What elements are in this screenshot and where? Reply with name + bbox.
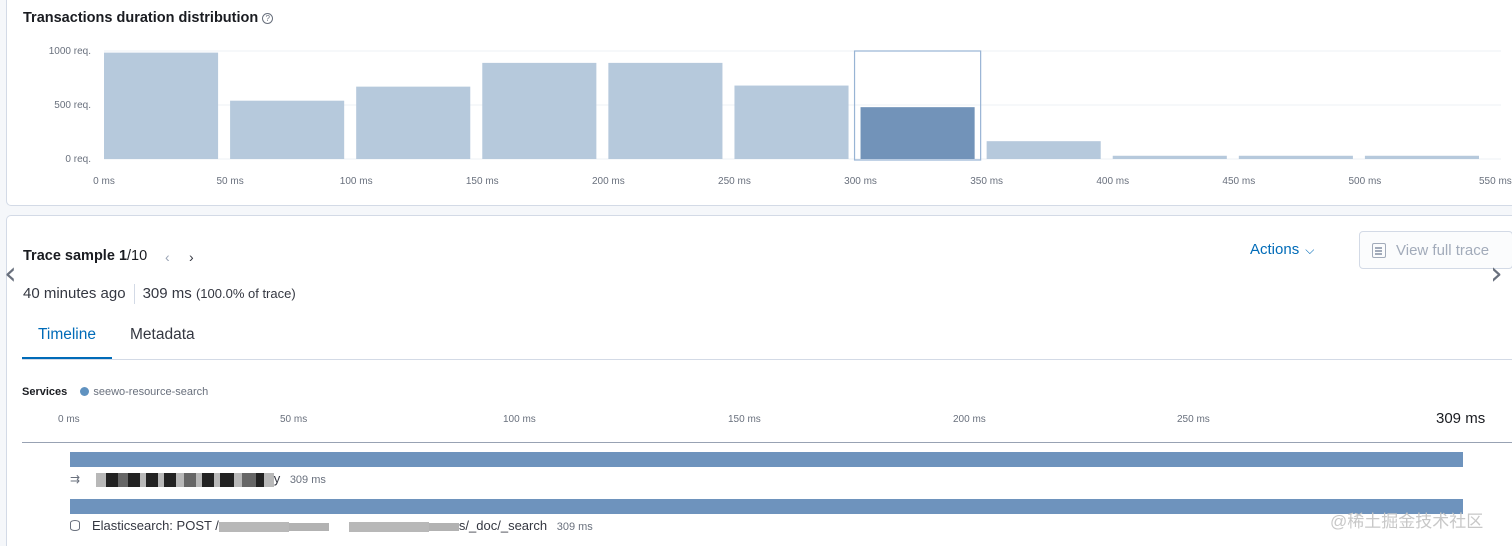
span-name: Elasticsearch: POST /: [92, 518, 219, 533]
timeline-axis-ticks: 0 ms 50 ms 100 ms 150 ms 200 ms 250 ms: [7, 414, 1512, 434]
span-name-suffix: y: [273, 471, 281, 486]
chevron-left-icon[interactable]: ‹: [4, 254, 17, 292]
trace-sample-panel: Trace sample 1/10 ‹ › 40 minutes ago 309 …: [6, 215, 1512, 546]
distribution-title-text: Transactions duration distribution: [23, 10, 259, 26]
span-bar-transaction[interactable]: [70, 452, 1463, 467]
span-bar-elasticsearch[interactable]: [70, 499, 1463, 514]
service-color-dot: [80, 387, 90, 396]
timeline-total-duration: 309 ms: [1436, 410, 1486, 427]
span-row-transaction[interactable]: ⇉ y 309 ms: [70, 471, 326, 487]
histogram-bar[interactable]: [860, 107, 975, 159]
services-legend: Services seewo-resource-search: [22, 386, 208, 398]
trace-summary: 40 minutes ago 309 ms (100.0% of trace): [23, 284, 296, 304]
x-tick-label: 200 ms: [592, 176, 625, 187]
span-duration: 309 ms: [289, 474, 326, 486]
service-name: seewo-resource-search: [93, 386, 209, 398]
chevron-left-icon[interactable]: ‹: [165, 249, 170, 265]
x-tick-label: 250 ms: [718, 176, 751, 187]
histogram-bar[interactable]: [356, 86, 471, 159]
redacted-text: [329, 523, 349, 531]
redacted-text: [218, 521, 289, 532]
chevron-right-icon[interactable]: ›: [1490, 254, 1503, 292]
timeline-tick: 150 ms: [728, 414, 761, 425]
watermark: @稀土掘金技术社区: [1330, 512, 1484, 531]
histogram-bar[interactable]: [986, 141, 1101, 159]
chevron-down-icon: ⌵: [1305, 243, 1315, 257]
x-tick-label: 550 ms: [1479, 176, 1512, 187]
redacted-text: [241, 472, 256, 487]
trace-sample-total: /10: [127, 248, 148, 264]
histogram-bar[interactable]: [734, 85, 849, 159]
distribution-title: Transactions duration distribution?: [23, 10, 274, 26]
y-tick-label: 0 req.: [65, 154, 91, 165]
redacted-text: [255, 472, 264, 487]
timeline-tick: 0 ms: [58, 414, 80, 425]
redacted-text: [183, 472, 196, 487]
y-tick-label: 500 req.: [54, 100, 91, 111]
redacted-text: [348, 521, 429, 532]
document-icon: [1372, 243, 1386, 258]
database-icon: [70, 520, 80, 531]
duration-distribution-panel: 1000 req. 500 req. 0 req. 0 ms 50 ms 100 ms 15…: [6, 0, 1512, 206]
redacted-text: [288, 522, 329, 531]
redacted-text: [127, 472, 140, 487]
services-label: Services: [22, 386, 68, 398]
x-tick-label: 450 ms: [1222, 176, 1255, 187]
redacted-text: [428, 522, 459, 531]
trace-sample-title: Trace sample 1/10: [23, 248, 147, 264]
redacted-text: [117, 472, 128, 487]
trace-duration-percent: (100.0% of trace): [195, 285, 296, 301]
x-tick-label: 50 ms: [216, 176, 243, 187]
trace-sample-label: Trace sample: [23, 248, 115, 264]
histogram-bar[interactable]: [1112, 155, 1227, 159]
x-tick-label: 300 ms: [844, 176, 877, 187]
histogram-bar[interactable]: [104, 52, 219, 160]
redacted-text: [175, 472, 184, 487]
transaction-icon: ⇉: [70, 472, 81, 486]
x-tick-label: 100 ms: [340, 176, 373, 187]
duration-distribution-chart: 1000 req. 500 req. 0 req.0 ms 50 ms 100 ms 15…: [49, 46, 1512, 187]
redacted-text: [95, 472, 106, 487]
redacted-text: [201, 472, 214, 487]
timeline-axis-line: [22, 442, 1512, 443]
redacted-text: [233, 472, 242, 487]
timeline-tick: 50 ms: [280, 414, 308, 425]
redacted-text: [163, 472, 176, 487]
help-circle-icon[interactable]: ?: [262, 12, 274, 24]
timeline-tick: 100 ms: [503, 414, 536, 425]
histogram-bar[interactable]: [608, 62, 723, 159]
actions-label: Actions: [1250, 241, 1300, 258]
y-tick-label: 1000 req.: [49, 46, 91, 57]
x-tick-label: 150 ms: [466, 176, 499, 187]
tab-timeline[interactable]: Timeline: [22, 326, 112, 359]
span-row-elasticsearch[interactable]: Elasticsearch: POST / s/_doc/_search 309 …: [70, 518, 593, 533]
histogram-bar[interactable]: [1238, 155, 1353, 159]
redacted-text: [145, 472, 158, 487]
actions-button[interactable]: Actions ⌵: [1250, 241, 1314, 258]
x-tick-label: 400 ms: [1096, 176, 1129, 187]
redacted-text: [105, 472, 118, 487]
redacted-text: [219, 472, 234, 487]
span-duration: 309 ms: [556, 521, 593, 533]
timeline-tick: 250 ms: [1177, 414, 1210, 425]
tab-metadata[interactable]: Metadata: [130, 326, 195, 357]
tab-metadata-label: Metadata: [130, 326, 195, 343]
histogram-bar[interactable]: [1364, 155, 1479, 159]
tab-timeline-label: Timeline: [38, 326, 96, 343]
trace-sample-index: 1: [118, 248, 128, 264]
chevron-right-icon[interactable]: ›: [189, 249, 194, 265]
histogram-bar[interactable]: [230, 100, 345, 159]
view-full-trace-label: View full trace: [1396, 242, 1490, 259]
divider: [133, 284, 135, 304]
trace-time-ago: 40 minutes ago: [23, 284, 126, 302]
x-tick-label: 350 ms: [970, 176, 1003, 187]
trace-duration: 309 ms: [142, 284, 192, 302]
trace-tabs: Timeline Metadata: [22, 318, 1512, 360]
timeline-tick: 200 ms: [953, 414, 986, 425]
redacted-text: [263, 472, 274, 487]
span-name-suffix: s/_doc/_search: [458, 518, 548, 533]
x-tick-label: 500 ms: [1349, 176, 1382, 187]
x-tick-label: 0 ms: [93, 176, 115, 187]
histogram-bar[interactable]: [482, 62, 597, 159]
